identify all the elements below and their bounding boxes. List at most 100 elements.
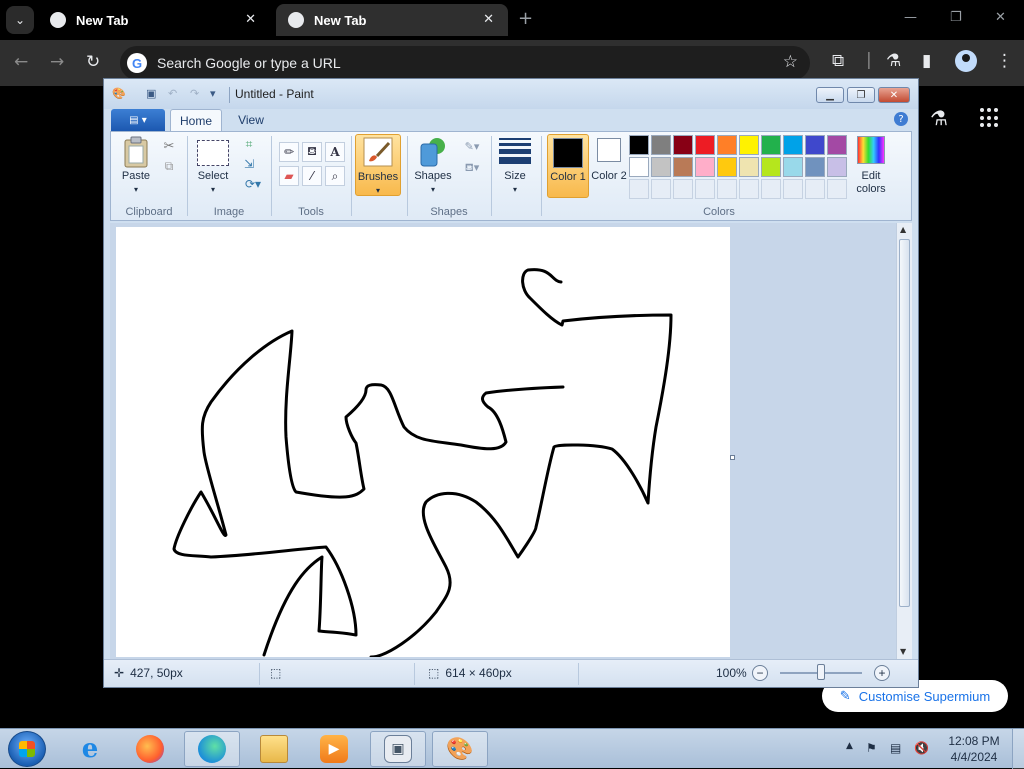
paint-menu-button[interactable]: ▤ ▾ [111, 109, 165, 131]
color1-button[interactable]: Color 1 [547, 134, 589, 198]
start-button[interactable] [8, 731, 46, 767]
file-explorer-icon[interactable] [246, 731, 302, 767]
custom-color-slot[interactable] [651, 179, 671, 199]
color-swatch[interactable] [695, 135, 715, 155]
tab-new-tab-2[interactable]: New Tab ✕ [276, 4, 508, 36]
network-icon[interactable]: ▤ [890, 741, 901, 755]
brushes-button[interactable]: Brushes ▾ [355, 134, 401, 196]
color2-label[interactable]: Color 2 [589, 170, 629, 183]
paint-taskbar-icon[interactable]: 🎨 [432, 731, 488, 767]
redo-icon[interactable]: ↷ [190, 87, 204, 101]
color-swatch[interactable] [717, 135, 737, 155]
color-swatch[interactable] [629, 135, 649, 155]
custom-color-slot[interactable] [629, 179, 649, 199]
color-swatch[interactable] [695, 157, 715, 177]
color-swatch[interactable] [805, 157, 825, 177]
tab-close-icon[interactable]: ✕ [483, 11, 494, 27]
select-label[interactable]: Select [191, 170, 235, 183]
custom-color-slot[interactable] [739, 179, 759, 199]
copy-icon[interactable]: ⧉ [161, 158, 177, 174]
select-dropdown-icon[interactable]: ▾ [191, 183, 235, 196]
side-panel-icon[interactable]: ▮ [922, 51, 931, 71]
paste-dropdown-icon[interactable]: ▾ [117, 183, 155, 196]
fill-bucket-icon[interactable]: ⛾ [302, 142, 322, 162]
show-desktop-button[interactable] [1012, 729, 1024, 769]
action-center-flag-icon[interactable]: ⚑ [866, 741, 877, 755]
labs-flask-icon[interactable]: ⚗ [930, 106, 948, 130]
zoom-in-button[interactable]: + [874, 665, 890, 681]
line-size-icon[interactable] [499, 138, 531, 166]
app-window-icon[interactable]: ▣ [370, 731, 426, 767]
scroll-down-icon[interactable]: ▼ [900, 647, 906, 656]
custom-color-slot[interactable] [783, 179, 803, 199]
color-swatch[interactable] [827, 157, 847, 177]
tab-close-icon[interactable]: ✕ [245, 11, 256, 27]
media-player-icon[interactable]: ▶ [306, 731, 362, 767]
show-hidden-icons[interactable]: ▲ [846, 741, 853, 751]
vertical-scrollbar[interactable]: ▲ ▼ [896, 223, 912, 659]
menu-kebab-icon[interactable]: ⋮ [996, 51, 1013, 71]
size-dropdown-icon[interactable]: ▾ [495, 183, 535, 196]
custom-color-slot[interactable] [827, 179, 847, 199]
tab-view[interactable]: View [228, 109, 274, 131]
zoom-out-button[interactable]: − [752, 665, 768, 681]
edit-colors-label[interactable]: Edit colors [847, 170, 895, 196]
firefox-icon[interactable] [122, 731, 178, 767]
help-icon[interactable]: ? [894, 112, 908, 126]
tab-search-button[interactable]: ⌄ [6, 6, 34, 34]
close-window-icon[interactable]: ✕ [995, 10, 1006, 25]
color-swatch[interactable] [651, 135, 671, 155]
text-icon[interactable]: A [325, 142, 345, 162]
color-picker-icon[interactable]: ⁄ [302, 166, 322, 186]
tab-new-tab-1[interactable]: New Tab ✕ [38, 4, 270, 36]
color-swatch[interactable] [651, 157, 671, 177]
zoom-slider-thumb[interactable] [817, 664, 825, 680]
bookmark-star-icon[interactable]: ☆ [783, 52, 798, 72]
taskbar-clock[interactable]: 12:08 PM 4/4/2024 [944, 733, 1004, 765]
drawing-canvas[interactable] [116, 227, 730, 659]
cut-icon[interactable]: ✂ [161, 138, 177, 154]
color-swatch[interactable] [673, 157, 693, 177]
scroll-up-icon[interactable]: ▲ [900, 225, 906, 234]
save-icon[interactable]: ▣ [146, 87, 160, 101]
color-swatch[interactable] [805, 135, 825, 155]
rotate-icon[interactable]: ⟳▾ [241, 176, 265, 192]
custom-color-slot[interactable] [717, 179, 737, 199]
minimize-button[interactable]: ▁ [816, 87, 844, 103]
custom-color-slot[interactable] [673, 179, 693, 199]
profile-avatar[interactable] [955, 50, 977, 72]
forward-icon[interactable]: → [50, 52, 64, 72]
custom-color-slot[interactable] [805, 179, 825, 199]
select-icon[interactable] [197, 140, 229, 166]
color-swatch[interactable] [739, 135, 759, 155]
google-apps-icon[interactable] [980, 108, 1000, 128]
size-label[interactable]: Size [495, 170, 535, 183]
color-swatch[interactable] [673, 135, 693, 155]
resize-icon[interactable]: ⇲ [241, 156, 257, 172]
paint-app-icon[interactable]: 🎨 [112, 87, 126, 101]
color-swatch[interactable] [761, 157, 781, 177]
color-swatch[interactable] [717, 157, 737, 177]
color-swatch[interactable] [739, 157, 759, 177]
minimize-icon[interactable]: — [904, 10, 917, 25]
restore-icon[interactable]: ❐ [950, 10, 962, 25]
canvas-resize-handle[interactable] [730, 455, 735, 460]
paste-label[interactable]: Paste [117, 170, 155, 183]
shapes-label[interactable]: Shapes [409, 170, 457, 183]
close-button[interactable]: ✕ [878, 87, 910, 103]
color-swatch[interactable] [783, 157, 803, 177]
color-swatch[interactable] [761, 135, 781, 155]
fill-icon[interactable]: ⛾▾ [459, 160, 485, 176]
outline-icon[interactable]: ✎▾ [459, 138, 485, 154]
new-tab-icon[interactable]: + [518, 8, 533, 29]
internet-explorer-icon[interactable]: e [62, 731, 118, 767]
back-icon[interactable]: ← [14, 52, 28, 72]
omnibox[interactable]: G Search Google or type a URL ☆ [120, 46, 810, 80]
custom-color-slot[interactable] [695, 179, 715, 199]
extensions-icon[interactable]: ⧉ [832, 51, 844, 71]
undo-icon[interactable]: ↶ [168, 87, 182, 101]
color-swatch[interactable] [629, 157, 649, 177]
eraser-icon[interactable]: ▰ [279, 166, 299, 186]
edge-icon[interactable] [184, 731, 240, 767]
pencil-icon[interactable]: ✏ [279, 142, 299, 162]
